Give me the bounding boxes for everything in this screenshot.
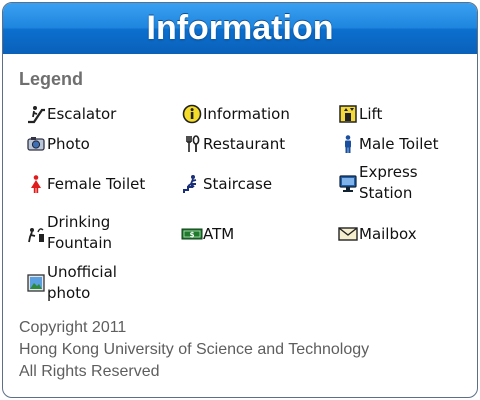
copyright-footer: Copyright 2011 Hong Kong University of S…: [19, 317, 369, 383]
legend-item-lift: Lift: [337, 103, 382, 125]
atm-icon: $: [181, 223, 203, 245]
legend-item-male-toilet: Male Toilet: [337, 133, 439, 155]
info-panel: Information Legend Escalator Information: [2, 2, 478, 398]
legend-item-escalator: Escalator: [25, 103, 116, 125]
svg-text:$: $: [190, 231, 195, 239]
legend-item-information: Information: [181, 103, 290, 125]
legend-label: Male Toilet: [359, 134, 439, 153]
legend-item-photo: Photo: [25, 133, 90, 155]
page-title: Information: [146, 9, 334, 47]
express-station-icon: [337, 172, 359, 194]
female-toilet-icon: [25, 173, 47, 195]
unofficial-photo-icon: [25, 272, 47, 294]
photo-icon: [25, 133, 47, 155]
legend-item-express-station: Express Station: [337, 162, 454, 204]
legend-item-atm: $ ATM: [181, 223, 234, 245]
male-toilet-icon: [337, 133, 359, 155]
legend-label: Staircase: [203, 174, 273, 193]
legend-label: Mailbox: [359, 224, 417, 243]
copyright-year: Copyright 2011: [19, 319, 127, 336]
legend-label: Escalator: [47, 104, 117, 123]
copyright-rights: All Rights Reserved: [19, 363, 160, 380]
staircase-icon: [181, 173, 203, 195]
legend-label: Female Toilet: [47, 174, 146, 193]
legend-item-female-toilet: Female Toilet: [25, 173, 145, 195]
information-icon: [181, 103, 203, 125]
legend-label: Drinking Fountain: [47, 213, 113, 252]
legend-item-mailbox: Mailbox: [337, 223, 417, 245]
mailbox-icon: [337, 223, 359, 245]
lift-icon: [337, 103, 359, 125]
restaurant-icon: [181, 133, 203, 155]
copyright-organization: Hong Kong University of Science and Tech…: [19, 341, 370, 358]
legend-item-staircase: Staircase: [181, 173, 272, 195]
title-bar: Information: [3, 3, 477, 54]
legend-label: Photo: [47, 134, 90, 153]
legend-label: ATM: [203, 224, 235, 243]
legend-item-unofficial-photo: Unofficial photo: [25, 262, 142, 304]
legend-label: Restaurant: [203, 134, 286, 153]
legend-label: Express Station: [359, 163, 418, 202]
drinking-fountain-icon: [25, 222, 47, 244]
legend-item-drinking-fountain: Drinking Fountain: [25, 212, 142, 254]
legend-label: Unofficial photo: [47, 263, 117, 302]
legend-item-restaurant: Restaurant: [181, 133, 285, 155]
legend-label: Information: [203, 104, 290, 123]
escalator-icon: [25, 103, 47, 125]
legend-label: Lift: [359, 104, 383, 123]
legend-heading: Legend: [19, 69, 84, 89]
